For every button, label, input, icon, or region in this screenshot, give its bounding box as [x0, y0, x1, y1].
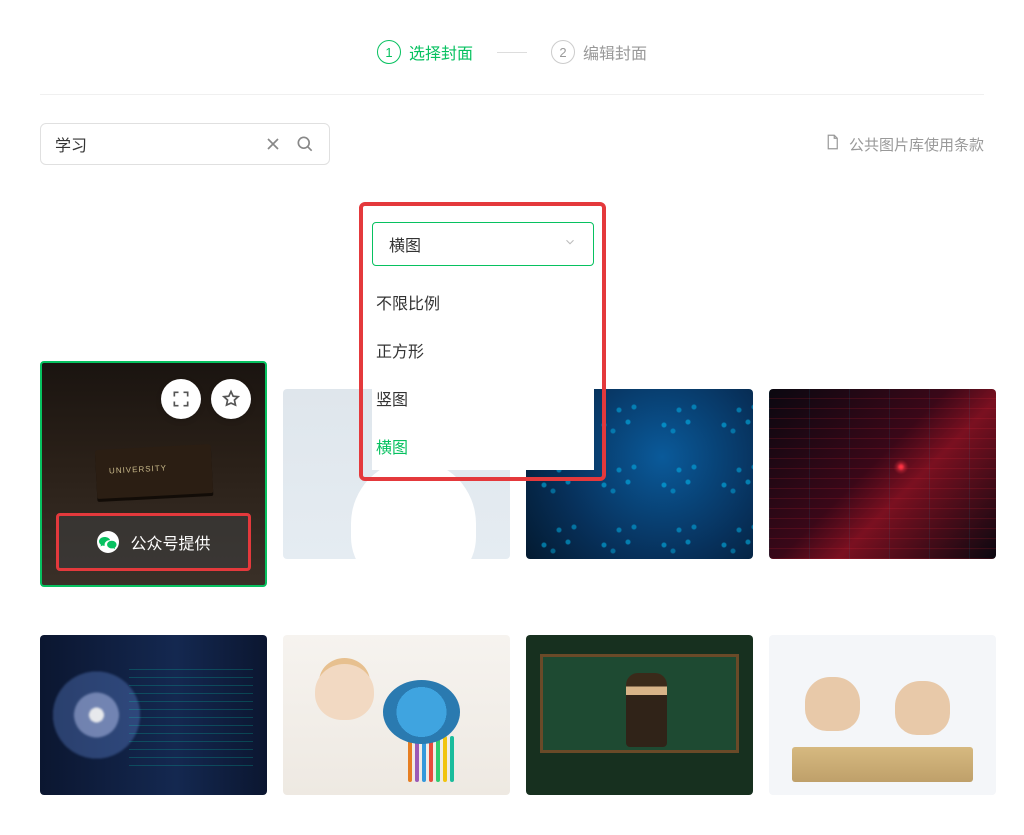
step-2-label: 编辑封面	[583, 40, 647, 64]
favorite-icon[interactable]	[211, 379, 251, 419]
step-2-number: 2	[551, 40, 575, 64]
provider-overlay: 公众号提供	[56, 513, 251, 571]
aspect-ratio-select[interactable]: 横图	[372, 222, 594, 266]
terms-link-label: 公共图片库使用条款	[849, 134, 984, 155]
chevron-down-icon	[563, 235, 577, 254]
search-input-container[interactable]	[40, 123, 330, 165]
image-thumbnail-8[interactable]	[769, 635, 996, 795]
provider-label: 公众号提供	[130, 530, 210, 554]
image-thumbnail-7[interactable]	[526, 635, 753, 795]
clear-icon[interactable]	[263, 134, 283, 154]
ratio-option-any[interactable]: 不限比例	[372, 278, 594, 326]
expand-icon[interactable]	[161, 379, 201, 419]
image-thumbnail-4[interactable]	[769, 389, 996, 559]
aspect-ratio-dropdown: 不限比例 正方形 竖图 横图	[372, 278, 594, 470]
step-1-number: 1	[377, 40, 401, 64]
steps-nav: 1 选择封面 2 编辑封面	[0, 0, 1024, 94]
section-divider	[40, 94, 984, 95]
step-divider	[497, 52, 527, 53]
image-thumbnail-5[interactable]	[40, 635, 267, 795]
aspect-ratio-value: 横图	[389, 232, 421, 256]
wechat-logo-icon	[96, 530, 120, 554]
decorative-pencils	[408, 736, 454, 782]
image-thumbnail-6[interactable]	[283, 635, 510, 795]
search-icon[interactable]	[295, 134, 315, 154]
image-thumbnail-1[interactable]: 公众号提供	[40, 361, 267, 587]
step-select-cover[interactable]: 1 选择封面	[377, 40, 473, 64]
step-1-label: 选择封面	[409, 40, 473, 64]
terms-link[interactable]: 公共图片库使用条款	[823, 133, 984, 155]
ratio-option-square[interactable]: 正方形	[372, 326, 594, 374]
ratio-option-portrait[interactable]: 竖图	[372, 374, 594, 422]
search-input[interactable]	[55, 135, 263, 153]
ratio-option-landscape[interactable]: 横图	[372, 422, 594, 470]
step-edit-cover[interactable]: 2 编辑封面	[551, 40, 647, 64]
document-icon	[823, 133, 841, 155]
